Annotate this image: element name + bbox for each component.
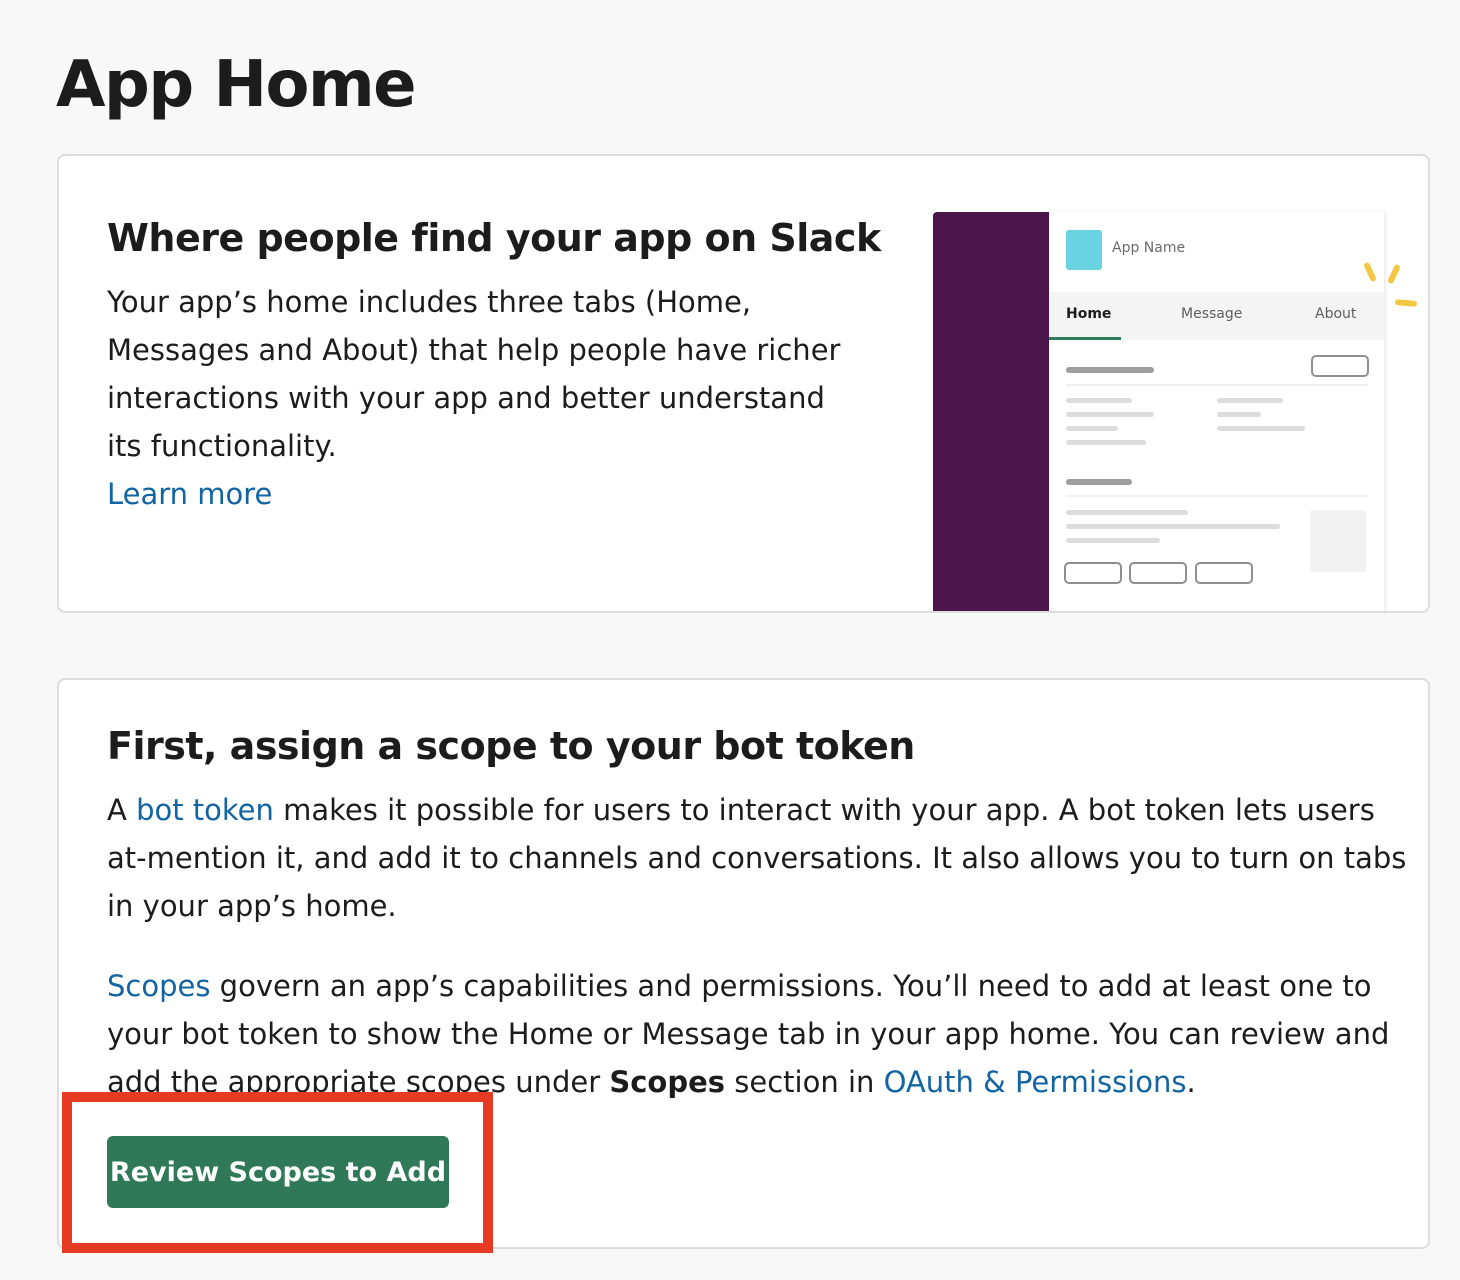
bot-token-link[interactable]: bot token	[136, 793, 274, 827]
intro-description: Your app’s home includes three tabs (Hom…	[107, 285, 841, 463]
mock-line	[1066, 510, 1188, 515]
mock-button	[1195, 562, 1253, 584]
p1-suffix: makes it possible for users to interact …	[107, 793, 1407, 923]
mock-divider	[1066, 384, 1368, 386]
p2-end: .	[1186, 1065, 1196, 1099]
intro-heading: Where people find your app on Slack	[107, 216, 881, 260]
mock-line	[1066, 538, 1160, 543]
mock-line	[1066, 367, 1154, 373]
mock-button	[1129, 562, 1187, 584]
app-home-intro-card: Where people find your app on Slack Your…	[57, 154, 1430, 613]
mock-sidebar	[933, 212, 1049, 611]
mock-line	[1066, 524, 1280, 529]
scopes-link[interactable]: Scopes	[107, 969, 210, 1003]
sparkle-icon	[1394, 299, 1418, 307]
mock-tab-about: About	[1315, 306, 1357, 322]
p2-mid2: section in	[725, 1065, 884, 1099]
mock-divider	[1066, 495, 1368, 497]
mock-line	[1217, 398, 1283, 403]
mock-tab-message: Message	[1181, 306, 1243, 322]
p1-prefix: A	[107, 793, 137, 827]
app-home-illustration: App Name Home Message About	[933, 212, 1418, 611]
mock-tab-home: Home	[1066, 306, 1112, 322]
mock-line	[1217, 412, 1261, 417]
mock-app-name: App Name	[1112, 240, 1186, 256]
learn-more-link[interactable]: Learn more	[107, 470, 272, 518]
scopes-bold-text: Scopes	[609, 1065, 726, 1099]
sparkle-icon	[1387, 263, 1401, 285]
mock-line	[1066, 412, 1154, 417]
mock-line	[1066, 479, 1132, 485]
scopes-description: Scopes govern an app’s capabilities and …	[107, 962, 1407, 1106]
bot-token-scope-card: First, assign a scope to your bot token …	[57, 678, 1430, 1249]
page-title: App Home	[56, 48, 417, 122]
mock-button	[1311, 355, 1369, 377]
mock-tab-underline	[1049, 337, 1121, 340]
mock-button	[1064, 562, 1122, 584]
mock-app-panel: App Name Home Message About	[1049, 212, 1384, 611]
bot-token-description: A bot token makes it possible for users …	[107, 786, 1407, 930]
mock-tabs: Home Message About	[1049, 292, 1384, 340]
mock-app-icon	[1066, 230, 1102, 270]
mock-line	[1066, 398, 1132, 403]
mock-line	[1066, 426, 1118, 431]
review-scopes-button[interactable]: Review Scopes to Add	[107, 1136, 449, 1208]
mock-image-placeholder	[1310, 510, 1366, 572]
mock-line	[1066, 440, 1146, 445]
scope-heading: First, assign a scope to your bot token	[107, 724, 915, 768]
mock-line	[1217, 426, 1305, 431]
oauth-permissions-link[interactable]: OAuth & Permissions	[884, 1065, 1187, 1099]
